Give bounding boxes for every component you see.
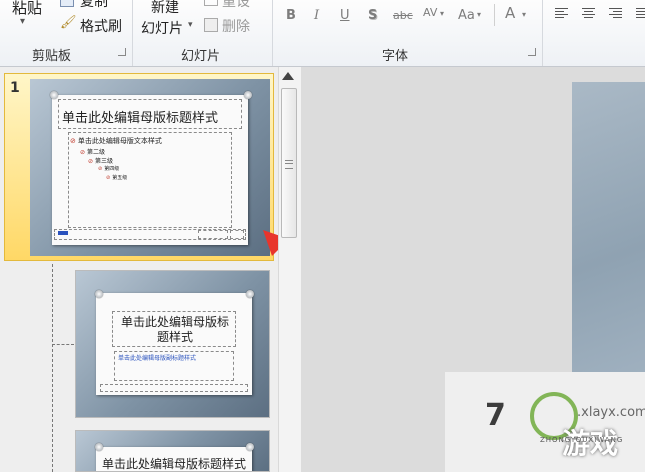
group-divider [132, 0, 133, 66]
ribbon: 粘贴 ▾ 复制 🖌 格式刷 剪贴板 新建 幻灯片 ▾ 重设 删除 幻灯片 B I… [0, 0, 645, 67]
change-case-button[interactable]: Aa [458, 8, 475, 23]
number-placeholder [230, 230, 244, 239]
dialog-launcher-icon[interactable] [118, 48, 126, 56]
chevron-down-icon[interactable]: ▾ [440, 9, 444, 18]
body-level-1: ⊘ 单击此处编辑母版文本样式 [70, 137, 162, 145]
layout-connector [52, 344, 74, 345]
font-group-label: 字体 [382, 49, 409, 64]
slide-title: 单击此处编辑母版标题样式 [62, 111, 219, 126]
copy-button[interactable]: 复制 [80, 0, 108, 11]
justify-icon[interactable] [636, 8, 645, 18]
body-level-5: ⊘ 第五级 [106, 175, 128, 181]
watermark-digits: 7 [485, 398, 506, 433]
character-spacing-button[interactable]: AV [423, 6, 437, 19]
pin-icon [246, 290, 254, 298]
body-level-2: ⊘ 第二级 [80, 149, 106, 156]
slide-canvas[interactable] [572, 82, 645, 372]
pin-icon [246, 443, 254, 451]
slide-number: 1 [10, 80, 20, 96]
footer-text [58, 231, 68, 235]
dialog-launcher-icon[interactable] [528, 48, 536, 56]
strikethrough-button[interactable]: abc [393, 9, 413, 22]
body-level-3: ⊘ 第三级 [88, 158, 114, 165]
grip-icon [285, 160, 293, 169]
slides-group-label: 幻灯片 [181, 49, 221, 64]
shadow-button[interactable]: S [368, 8, 377, 23]
layout-connector [52, 264, 53, 472]
slide-title: 单击此处编辑母版标题样式 [102, 457, 247, 471]
format-painter-button[interactable]: 格式刷 [80, 16, 122, 36]
scroll-up-arrow-icon[interactable] [282, 72, 294, 80]
watermark-domain: .xlayx.com [577, 405, 645, 420]
underline-button[interactable]: U [340, 8, 350, 23]
align-center-icon[interactable] [582, 8, 595, 18]
slide-title: 单击此处编辑母版标题样式 [120, 315, 229, 344]
pin-icon [95, 290, 103, 298]
delete-button[interactable]: 删除 [222, 16, 250, 36]
watermark-pinyin: ZHONGYOUXIWANG [540, 436, 624, 444]
pin-icon [95, 443, 103, 451]
font-color-button[interactable]: A [505, 4, 515, 22]
align-right-icon[interactable] [609, 8, 622, 18]
slide-thumbnail-1[interactable]: 单击此处编辑母版标题样式 ⊘ 单击此处编辑母版文本样式 ⊘ 第二级 ⊘ 第三级 ⊘ 第四… [30, 79, 270, 256]
clipboard-group-label: 剪贴板 [32, 49, 72, 64]
chevron-down-icon[interactable]: ▾ [20, 16, 25, 27]
group-divider [542, 0, 543, 66]
chevron-down-icon[interactable]: ▾ [522, 10, 526, 19]
chevron-down-icon[interactable]: ▾ [188, 20, 193, 30]
new-slide-button[interactable]: 新建 [151, 0, 179, 17]
pin-icon [50, 91, 58, 99]
paste-button[interactable]: 粘贴 [12, 0, 42, 18]
delete-icon [204, 18, 218, 32]
copy-icon [60, 0, 74, 7]
reset-button[interactable]: 重设 [222, 0, 250, 11]
pin-icon [244, 91, 252, 99]
format-painter-icon: 🖌 [60, 15, 77, 30]
group-divider [272, 0, 273, 66]
body-level-4: ⊘ 第四级 [98, 166, 120, 172]
date-placeholder [198, 230, 228, 239]
slide-thumbnail-2[interactable]: 单击此处编辑母版标题样式 单击此处编辑母版副标题样式 [75, 270, 270, 418]
reset-icon [204, 0, 218, 6]
slide-subtitle: 单击此处编辑母版副标题样式 [118, 355, 197, 362]
bold-button[interactable]: B [286, 8, 296, 23]
divider [494, 4, 495, 26]
chevron-down-icon[interactable]: ▾ [477, 10, 481, 19]
footer-placeholder [100, 384, 248, 392]
slide-thumbnail-3[interactable]: 单击此处编辑母版标题样式 [75, 430, 270, 472]
new-slide-label[interactable]: 幻灯片 [141, 18, 183, 38]
align-left-icon[interactable] [555, 8, 568, 18]
italic-button[interactable]: I [314, 8, 319, 23]
